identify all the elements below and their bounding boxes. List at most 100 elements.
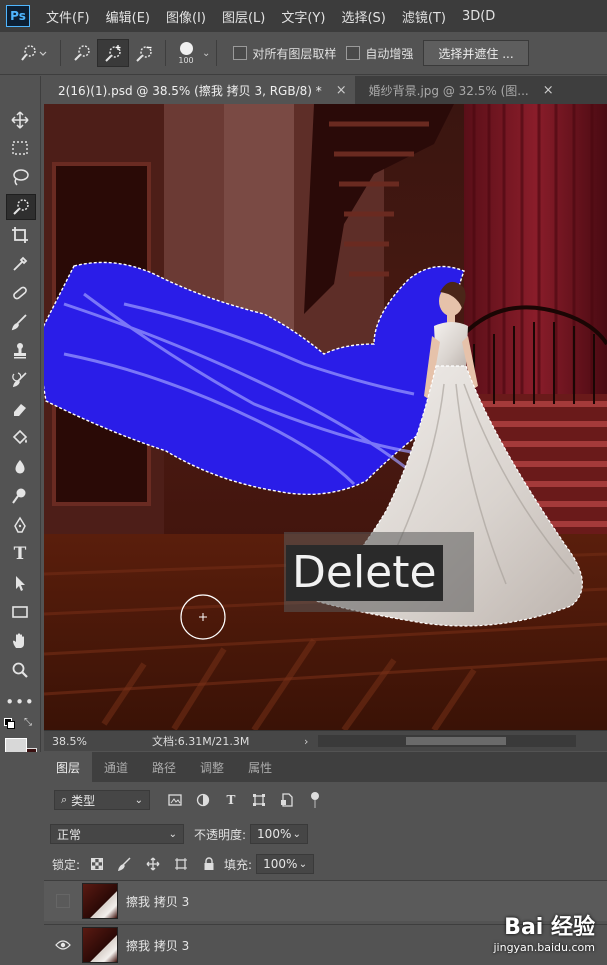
status-menu-arrow[interactable]: › — [304, 735, 308, 748]
menu-edit[interactable]: 编辑(E) — [106, 7, 150, 26]
add-to-selection-button[interactable] — [97, 39, 129, 67]
lock-position-icon[interactable] — [144, 855, 162, 873]
rectangle-tool[interactable] — [6, 600, 34, 624]
sample-all-layers-checkbox[interactable] — [233, 46, 248, 60]
tab-properties[interactable]: 属性 — [236, 752, 284, 782]
document-canvas[interactable]: Delete — [44, 104, 607, 730]
pen-tool[interactable] — [6, 513, 34, 537]
tool-preset-picker[interactable] — [14, 40, 54, 66]
eye-icon — [55, 940, 71, 950]
subtract-from-selection-button[interactable] — [129, 40, 159, 66]
auto-enhance-label: 自动增强 — [365, 46, 414, 61]
lasso-tool[interactable] — [6, 165, 34, 189]
layer-name[interactable]: 擦我 拷贝 3 — [126, 893, 189, 910]
chevron-down-icon: ⌄ — [168, 828, 177, 840]
move-tool[interactable] — [6, 108, 34, 132]
layer-name[interactable]: 擦我 拷贝 3 — [126, 937, 189, 954]
lock-pixels-icon[interactable] — [116, 855, 134, 873]
layer-kind-filter[interactable]: ⌕ 类型 ⌄ — [54, 790, 150, 810]
swap-colors-icon[interactable]: ⤡ — [24, 717, 32, 728]
brush-size-picker[interactable]: 100 — [172, 41, 200, 65]
opacity-label: 不透明度: — [194, 827, 247, 842]
menu-layer[interactable]: 图层(L) — [222, 7, 265, 26]
fill-input[interactable]: 100% ⌄ — [256, 854, 315, 874]
blend-mode-select[interactable]: 正常 ⌄ — [50, 824, 184, 844]
close-icon[interactable]: × — [543, 83, 554, 98]
menu-type[interactable]: 文字(Y) — [281, 7, 325, 26]
tab-channels[interactable]: 通道 — [92, 752, 140, 782]
filter-toggle-icon[interactable] — [306, 791, 324, 809]
filter-smart-object-icon[interactable] — [278, 791, 296, 809]
photoshop-logo: Ps — [6, 5, 30, 27]
horizontal-scrollbar[interactable] — [318, 735, 577, 747]
menu-filter[interactable]: 滤镜(T) — [402, 7, 446, 26]
chevron-down-icon[interactable]: ⌄ — [202, 48, 210, 59]
keystroke-overlay: Delete — [284, 532, 474, 612]
document-size: 文档:6.31M/21.3M — [152, 735, 250, 748]
tab-document-psd[interactable]: 2(16)(1).psd @ 38.5% (擦我 拷贝 3, RGB/8) * … — [44, 76, 355, 104]
dodge-tool[interactable] — [6, 484, 34, 508]
eraser-icon — [14, 404, 26, 416]
zoom-tool[interactable] — [6, 658, 34, 682]
lock-artboard-icon[interactable] — [172, 855, 190, 873]
layer-visibility-toggle[interactable] — [44, 894, 82, 908]
brush-tool[interactable] — [6, 310, 34, 334]
layer-filter-row: ⌕ 类型 ⌄ T — [44, 782, 607, 818]
filter-shape-icon[interactable] — [250, 791, 268, 809]
layer-thumbnail — [82, 883, 118, 919]
blend-mode-value: 正常 — [57, 827, 82, 842]
filter-pixel-icon[interactable] — [166, 791, 184, 809]
paint-bucket-tool[interactable] — [6, 426, 34, 450]
filter-type-icon[interactable]: T — [222, 791, 240, 809]
options-bar: 100 ⌄ 对所有图层取样 自动增强 选择并遮住 ... — [0, 32, 607, 75]
eraser-tool[interactable] — [6, 397, 34, 421]
hand-icon — [13, 633, 24, 648]
tab-paths[interactable]: 路径 — [140, 752, 188, 782]
more-tools-button[interactable]: ••• — [5, 690, 35, 714]
pen-icon — [14, 516, 26, 533]
opacity-input[interactable]: 100% ⌄ — [250, 824, 309, 844]
brush-new-icon — [74, 45, 90, 61]
lock-row: 锁定: 填充: 100% ⌄ — [44, 850, 607, 878]
lock-transparent-icon[interactable] — [88, 855, 106, 873]
chevron-down-icon: ⌄ — [298, 858, 308, 870]
eyedropper-tool[interactable] — [6, 252, 34, 276]
clone-stamp-tool[interactable] — [6, 339, 34, 363]
tab-document-jpg[interactable]: 婚纱背景.jpg @ 32.5% (图... × — [355, 76, 562, 104]
chevron-down-icon: ⌄ — [134, 794, 143, 806]
layer-visibility-toggle[interactable] — [44, 940, 82, 950]
arrow-cursor-icon — [16, 576, 25, 591]
menu-3d[interactable]: 3D(D — [462, 9, 495, 24]
auto-enhance-checkbox[interactable] — [346, 46, 361, 60]
type-tool[interactable]: T — [6, 542, 34, 566]
brush-icon — [11, 314, 27, 331]
bandage-icon — [13, 286, 27, 300]
history-brush-tool[interactable] — [6, 368, 34, 392]
panel-tabs: 图层 通道 路径 调整 属性 — [44, 752, 607, 782]
new-selection-button[interactable] — [67, 40, 97, 66]
blur-tool[interactable] — [6, 455, 34, 479]
menu-select[interactable]: 选择(S) — [341, 7, 385, 26]
rectangle-icon — [12, 606, 28, 618]
marquee-tool[interactable] — [6, 136, 34, 160]
quick-selection-tool[interactable] — [6, 194, 36, 220]
tab-adjustments[interactable]: 调整 — [188, 752, 236, 782]
sample-all-layers-label: 对所有图层取样 — [252, 46, 337, 61]
ellipsis-icon: ••• — [5, 693, 35, 711]
select-and-mask-button[interactable]: 选择并遮住 ... — [423, 40, 529, 66]
default-colors-icon[interactable] — [4, 718, 15, 729]
menu-image[interactable]: 图像(I) — [166, 7, 206, 26]
hand-tool[interactable] — [6, 629, 34, 653]
crop-tool[interactable] — [6, 223, 34, 247]
path-selection-tool[interactable] — [6, 571, 34, 595]
lock-all-icon[interactable] — [200, 855, 218, 873]
zoom-level[interactable]: 38.5% — [52, 735, 132, 748]
close-icon[interactable]: × — [336, 83, 347, 98]
healing-brush-tool[interactable] — [6, 281, 34, 305]
scrollbar-thumb[interactable] — [406, 737, 507, 745]
menu-file[interactable]: 文件(F) — [46, 7, 90, 26]
filter-adjustment-icon[interactable] — [194, 791, 212, 809]
tab-layers[interactable]: 图层 — [44, 752, 93, 782]
canvas-image — [44, 104, 607, 730]
crop-icon — [12, 227, 28, 243]
